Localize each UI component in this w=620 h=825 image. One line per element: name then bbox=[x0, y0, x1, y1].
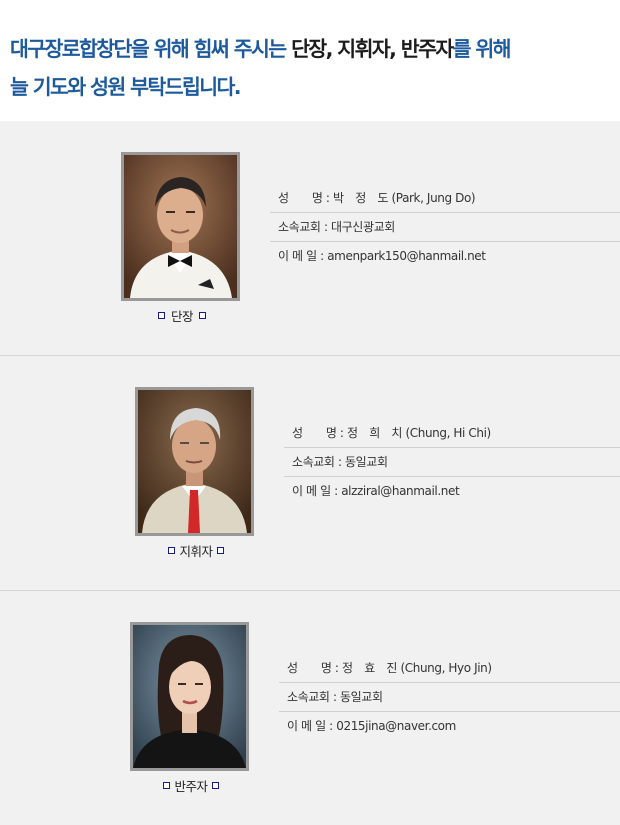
role-label: 단장 bbox=[170, 309, 194, 324]
email-row: 이 메 일 : alzziral@hanmail.net bbox=[292, 484, 460, 498]
accompanist-info: 성 명 : 정 효 진 (Chung, Hyo Jin) 소속교회 : 동일교회… bbox=[279, 654, 620, 740]
name-row: 성 명 : 정 효 진 (Chung, Hyo Jin) bbox=[279, 654, 620, 683]
name-row: 성 명 : 정 희 치 (Chung, Hi Chi) bbox=[284, 419, 620, 448]
role-label: 반주자 bbox=[174, 779, 208, 794]
accompanist-role-caption: 반주자 bbox=[131, 779, 251, 795]
conductor-info: 성 명 : 정 희 치 (Chung, Hi Chi) 소속교회 : 동일교회 … bbox=[284, 419, 620, 505]
leader-role-caption: 단장 bbox=[122, 309, 242, 325]
name-row: 성 명 : 박 정 도 (Park, Jung Do) bbox=[270, 184, 620, 213]
bullet-icon bbox=[211, 782, 219, 789]
email-row: 이 메 일 : 0215jina@naver.com bbox=[287, 719, 456, 733]
conductor-photo bbox=[135, 387, 254, 536]
email-row: 이 메 일 : amenpark150@hanmail.net bbox=[278, 249, 486, 263]
accompanist-photo bbox=[130, 622, 249, 771]
church-row: 소속교회 : 동일교회 bbox=[279, 683, 620, 712]
leader-info: 성 명 : 박 정 도 (Park, Jung Do) 소속교회 : 대구신광교… bbox=[270, 184, 620, 270]
section-divider bbox=[0, 355, 620, 356]
heading-line-2: 늘 기도와 성원 부탁드립니다. bbox=[10, 75, 242, 99]
page-heading: 대구장로합창단을 위해 힘써 주시는 단장, 지휘자, 반주자를 위해 늘 기도… bbox=[10, 30, 620, 106]
bullet-icon bbox=[157, 312, 165, 319]
bullet-icon bbox=[199, 312, 206, 319]
section-divider bbox=[0, 590, 620, 591]
heading-roles-highlight: 단장, 지휘자, 반주자 bbox=[291, 37, 454, 61]
heading-part-3: 를 위해 bbox=[452, 37, 512, 61]
church-row: 소속교회 : 동일교회 bbox=[284, 448, 620, 477]
conductor-role-caption: 지휘자 bbox=[136, 544, 256, 560]
leader-photo bbox=[121, 152, 240, 301]
heading-part-1: 대구장로합창단을 위해 힘써 주시는 bbox=[10, 37, 292, 61]
bullet-icon bbox=[163, 782, 171, 789]
church-row: 소속교회 : 대구신광교회 bbox=[270, 213, 620, 242]
role-label: 지휘자 bbox=[179, 544, 213, 559]
bullet-icon bbox=[216, 547, 224, 554]
bullet-icon bbox=[168, 547, 176, 554]
heading-line-1: 대구장로합창단을 위해 힘써 주시는 단장, 지휘자, 반주자를 위해 bbox=[10, 30, 620, 68]
